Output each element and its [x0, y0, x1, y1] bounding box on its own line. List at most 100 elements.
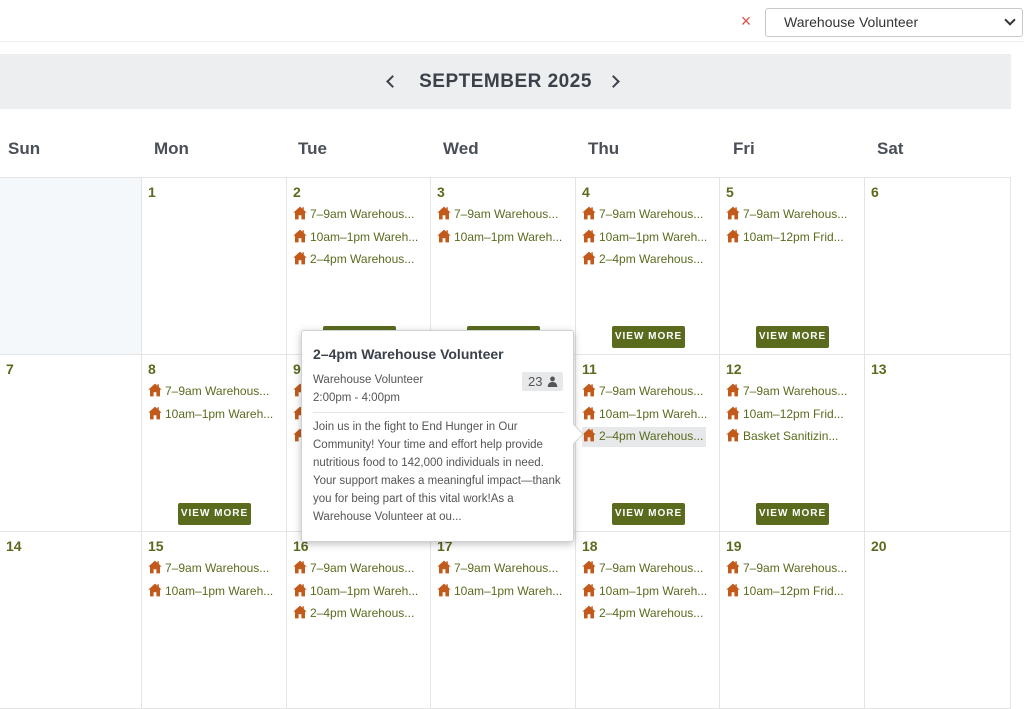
event-item[interactable]: 7–9am Warehous... [148, 559, 280, 579]
event-label: 2–4pm Warehous... [599, 606, 704, 620]
event-label: 7–9am Warehous... [165, 561, 270, 575]
event-item[interactable]: 10am–12pm Frid... [726, 228, 858, 248]
house-icon [582, 406, 596, 419]
house-icon [726, 206, 740, 220]
day-number: 15 [148, 538, 164, 554]
day-cell[interactable]: 37–9am Warehous...10am–1pm Wareh...VIEW … [431, 178, 576, 355]
day-number: 11 [582, 361, 597, 377]
house-icon [293, 229, 307, 242]
popover-divider [313, 412, 564, 413]
event-item[interactable]: 10am–1pm Wareh... [582, 582, 714, 602]
event-label: 2–4pm Warehous... [310, 606, 415, 620]
house-icon [293, 560, 307, 574]
opportunity-filter-select[interactable]: Warehouse Volunteer [765, 8, 1023, 37]
day-number: 2 [293, 184, 301, 200]
event-label: 7–9am Warehous... [310, 207, 415, 221]
house-icon [726, 428, 740, 442]
event-item[interactable]: 10am–1pm Wareh... [582, 405, 714, 425]
day-cell[interactable]: 13 [865, 355, 1011, 532]
event-item[interactable]: 10am–12pm Frid... [726, 405, 858, 425]
event-item[interactable]: 10am–1pm Wareh... [582, 228, 714, 248]
event-label: 10am–1pm Wareh... [454, 583, 563, 598]
event-label: 10am–12pm Frid... [743, 229, 844, 244]
house-icon [148, 583, 162, 596]
day-cell[interactable]: 6 [865, 178, 1011, 355]
day-cell[interactable]: 19 7–9am Warehous... 10am–12pm Frid... [720, 532, 865, 709]
house-icon [582, 583, 596, 596]
popover-title: 2–4pm Warehouse Volunteer [313, 346, 504, 362]
event-label: 2–4pm Warehous... [599, 252, 704, 266]
day-number: 12 [726, 361, 742, 377]
day-cell[interactable]: 1 [142, 178, 287, 355]
selected-filter-value: Warehouse Volunteer [784, 14, 919, 30]
event-item[interactable]: 7–9am Warehous... [437, 205, 569, 225]
event-label: 7–9am Warehous... [310, 561, 415, 575]
event-item[interactable]: 10am–1pm Wareh... [293, 582, 425, 602]
house-icon [148, 406, 162, 419]
event-item[interactable]: 7–9am Warehous... [726, 382, 858, 402]
event-item[interactable]: 10am–1pm Wareh... [148, 582, 280, 602]
view-more-button[interactable]: VIEW MORE [178, 503, 251, 525]
event-item[interactable]: 2–4pm Warehous... [293, 604, 425, 624]
day-cell[interactable]: 8 7–9am Warehous... 10am–1pm Wareh... VIEW … [142, 355, 287, 532]
weekday-fri: Fri [733, 139, 755, 158]
event-label: 7–9am Warehous... [599, 384, 704, 398]
day-cell[interactable]: 14 [0, 532, 142, 709]
event-item[interactable]: 7–9am Warehous... [148, 382, 280, 402]
day-number: 13 [871, 361, 887, 377]
day-number: 19 [726, 538, 742, 554]
view-more-button[interactable]: VIEW MORE [612, 326, 685, 348]
day-cell[interactable]: 12 7–9am Warehous... 10am–12pm Frid... Bask… [720, 355, 865, 532]
view-more-button[interactable]: VIEW MORE [756, 503, 829, 525]
day-cell[interactable]: 7 [0, 355, 142, 532]
event-item[interactable]: 7–9am Warehous... [293, 559, 425, 579]
view-more-button[interactable]: VIEW MORE [756, 326, 829, 348]
day-cell[interactable]: 11 7–9am Warehous... 10am–1pm Wareh... 2–4p… [576, 355, 720, 532]
house-icon [582, 251, 596, 265]
event-item[interactable]: 7–9am Warehous... [582, 559, 714, 579]
person-icon [547, 376, 558, 387]
event-label: 7–9am Warehous... [454, 561, 559, 575]
day-cell[interactable]: 16 7–9am Warehous... 10am–1pm Wareh... 2–4p… [287, 532, 431, 709]
event-item[interactable]: 2–4pm Warehous... [582, 250, 714, 270]
event-item[interactable]: Basket Sanitizin... [726, 427, 858, 447]
event-item[interactable]: 2–4pm Warehous... [582, 427, 706, 447]
event-label: 7–9am Warehous... [743, 207, 848, 221]
event-item[interactable]: 7–9am Warehous... [582, 382, 714, 402]
house-icon [726, 406, 740, 419]
day-cell[interactable]: 18 7–9am Warehous... 10am–1pm Wareh... 2–4p… [576, 532, 720, 709]
event-item[interactable]: 7–9am Warehous... [437, 559, 569, 579]
day-cell[interactable]: 5 7–9am Warehous... 10am–12pm Frid... VIEW … [720, 178, 865, 355]
event-item[interactable]: 10am–1pm Wareh... [437, 582, 569, 602]
day-cell[interactable]: 4 7–9am Warehous... 10am–1pm Wareh... 2–4pm… [576, 178, 720, 355]
day-cell[interactable]: 20 [865, 532, 1011, 709]
day-cell[interactable]: 15 7–9am Warehous... 10am–1pm Wareh... [142, 532, 287, 709]
event-item[interactable]: 2–4pm Warehous... [582, 604, 714, 624]
day-cell[interactable] [0, 178, 142, 355]
house-icon [437, 229, 451, 242]
event-item[interactable]: 7–9am Warehous... [726, 559, 858, 579]
day-number: 8 [148, 361, 156, 377]
event-label: 2–4pm Warehous... [599, 429, 704, 443]
house-icon [293, 605, 307, 619]
event-item[interactable]: 10am–1pm Wareh... [293, 228, 425, 248]
event-popover: 2–4pm Warehouse Volunteer Warehouse Volu… [301, 330, 584, 542]
event-label: 10am–12pm Frid... [743, 406, 844, 421]
event-item[interactable]: 7–9am Warehous... [293, 205, 425, 225]
event-item[interactable]: 7–9am Warehous... [582, 205, 714, 225]
house-icon [582, 206, 596, 220]
next-month-button[interactable] [606, 72, 626, 92]
day-cell[interactable]: 17 7–9am Warehous... 10am–1pm Wareh... [431, 532, 576, 709]
clear-filter-icon[interactable]: × [738, 12, 754, 30]
event-item[interactable]: 7–9am Warehous... [726, 205, 858, 225]
event-item[interactable]: 2–4pm Warehous... [293, 250, 425, 270]
day-cell[interactable]: 2 7–9am Warehous... 10am–1pm Wareh... 2–4pm… [287, 178, 431, 355]
view-more-button[interactable]: VIEW MORE [612, 503, 685, 525]
event-item[interactable]: 10am–1pm Wareh... [437, 228, 569, 248]
event-item[interactable]: 10am–12pm Frid... [726, 582, 858, 602]
house-icon [437, 583, 451, 596]
top-filter-bar: × Warehouse Volunteer [0, 0, 1024, 42]
event-item[interactable]: 10am–1pm Wareh... [148, 405, 280, 425]
house-icon [582, 560, 596, 574]
event-label: 7–9am Warehous... [599, 561, 704, 575]
